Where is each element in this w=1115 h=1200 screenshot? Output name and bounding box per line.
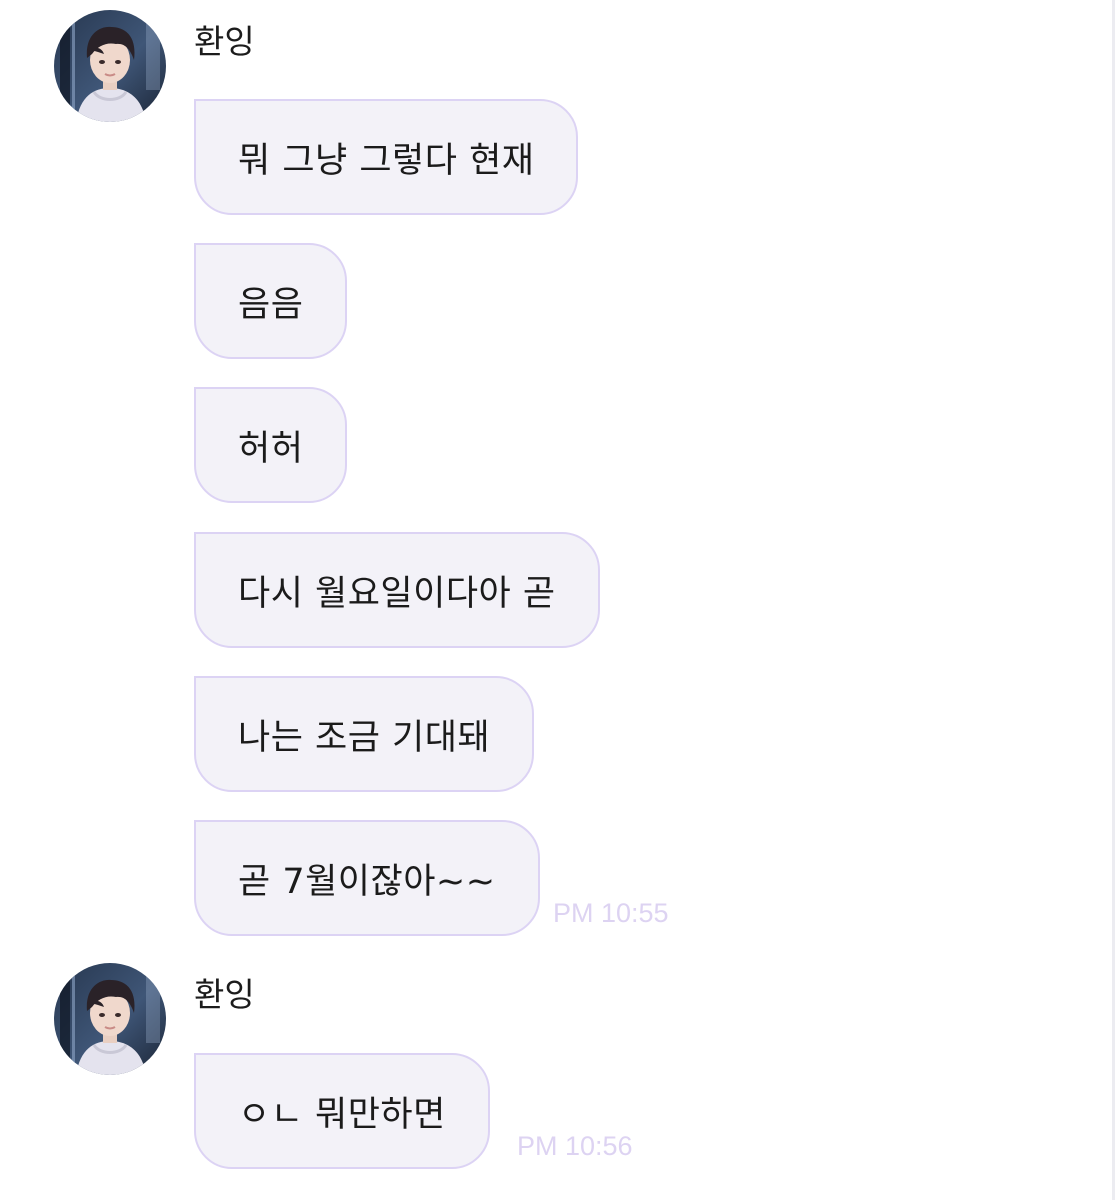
sender-name: 환잉	[194, 22, 255, 61]
avatar-photo-icon	[54, 10, 166, 122]
message-bubble[interactable]: 나는 조금 기대돼	[194, 676, 535, 792]
message-bubble[interactable]: 허허	[194, 387, 348, 503]
sender-avatar[interactable]	[54, 963, 166, 1075]
message-timestamp: PM 10:56	[517, 1131, 633, 1161]
message-bubble[interactable]: 뭐 그냥 그렇다 현재	[194, 99, 579, 215]
sender-avatar[interactable]	[54, 10, 166, 122]
sender-name: 환잉	[194, 975, 255, 1014]
message-timestamp: PM 10:55	[553, 898, 669, 928]
message-bubble[interactable]: ㅇㄴ 뭐만하면	[194, 1053, 490, 1169]
message-bubble[interactable]: 다시 월요일이다아 곧	[194, 532, 600, 648]
avatar-photo-icon	[54, 963, 166, 1075]
message-bubble[interactable]: 곧 7월이잖아~~	[194, 820, 540, 936]
message-bubble[interactable]: 음음	[194, 243, 348, 359]
